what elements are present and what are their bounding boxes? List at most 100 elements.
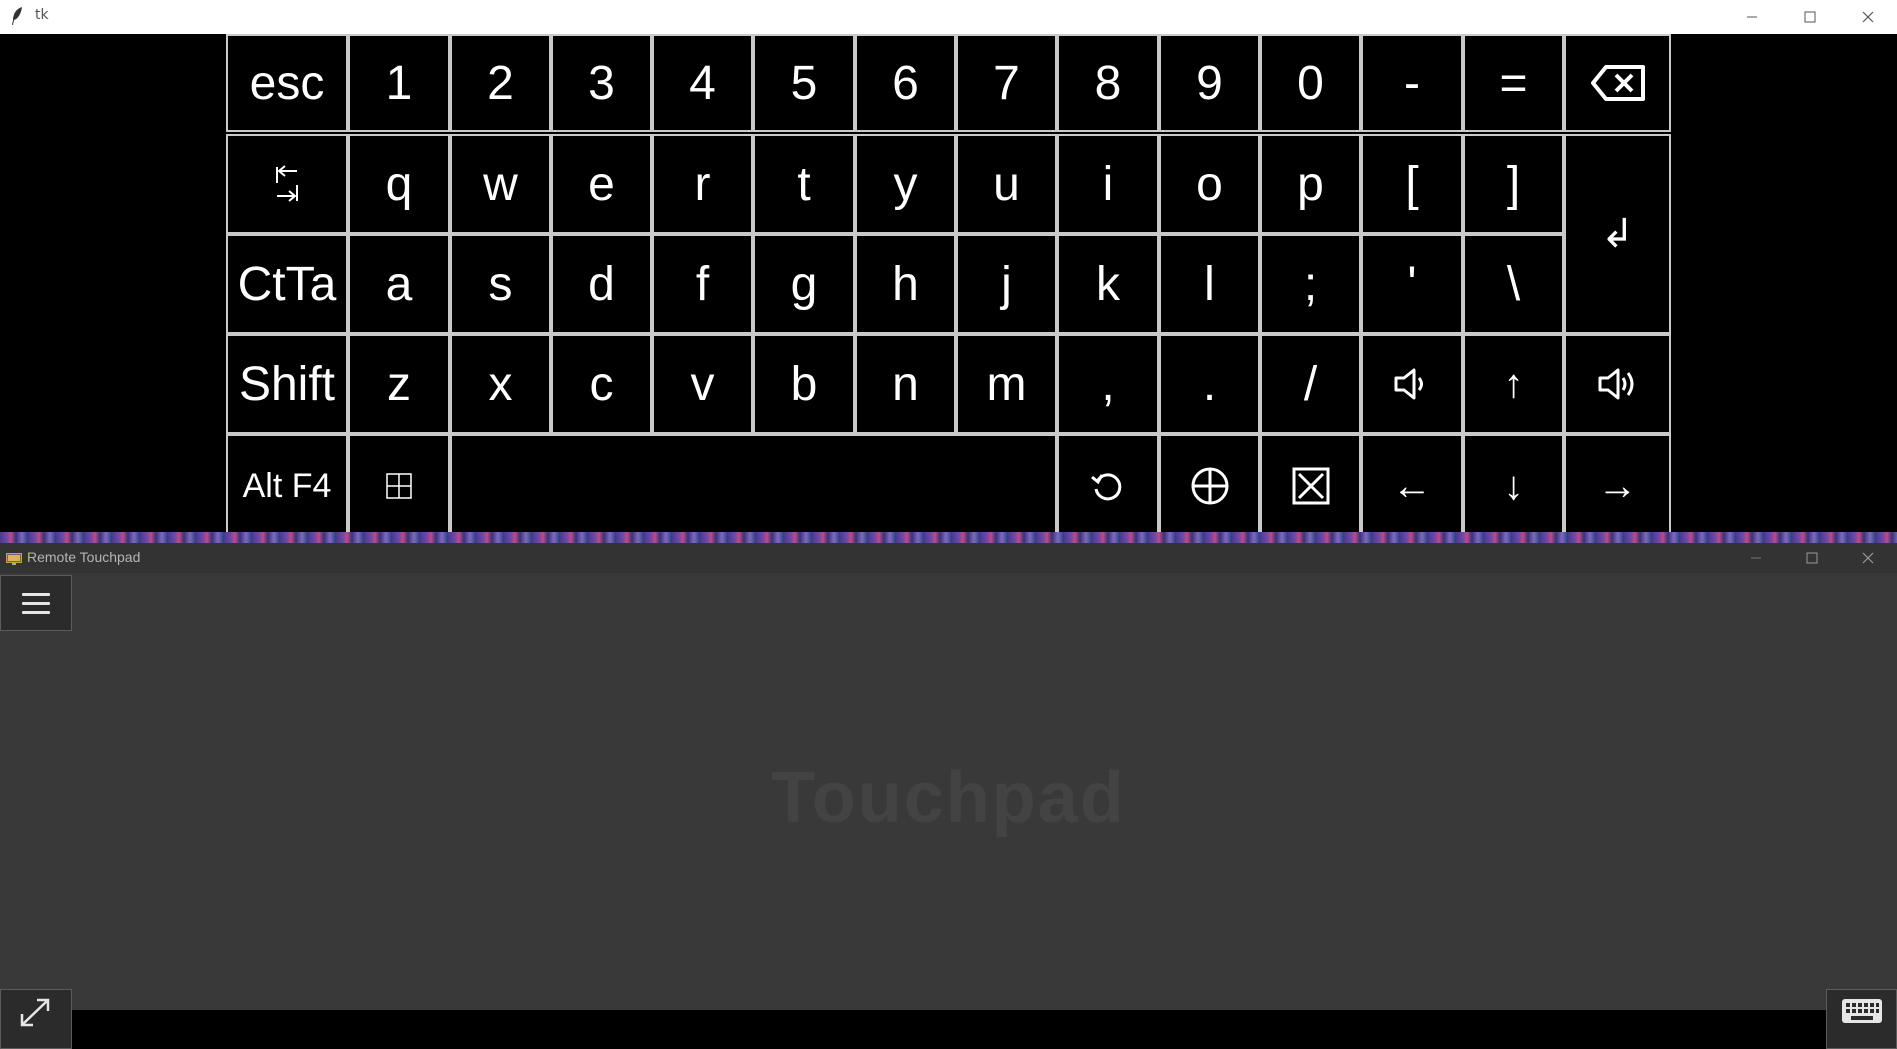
key-left-bracket[interactable]: [ xyxy=(1361,134,1463,234)
key-ctrl-tab[interactable]: CtTa xyxy=(226,234,348,334)
menu-button[interactable] xyxy=(0,575,72,631)
volume-up-icon xyxy=(1598,368,1633,400)
key-l[interactable]: l xyxy=(1159,234,1260,334)
key-y[interactable]: y xyxy=(855,134,956,234)
maximize-icon xyxy=(1806,552,1818,564)
key-e[interactable]: e xyxy=(551,134,652,234)
key-arrow-up[interactable]: ↑ xyxy=(1463,334,1564,434)
key-d[interactable]: d xyxy=(551,234,652,334)
key-g[interactable]: g xyxy=(753,234,855,334)
fullscreen-button[interactable] xyxy=(0,989,72,1049)
touchpad-label: Touchpad xyxy=(771,758,1126,838)
key-close-window[interactable] xyxy=(1260,434,1361,538)
key-space[interactable] xyxy=(450,434,1057,538)
key-c[interactable]: c xyxy=(551,334,652,434)
rotate-icon xyxy=(1091,473,1122,501)
key-right-bracket[interactable]: ] xyxy=(1463,134,1564,234)
key-s[interactable]: s xyxy=(450,234,551,334)
key-minus[interactable]: - xyxy=(1361,34,1463,132)
tk-minimize-button[interactable] xyxy=(1723,0,1781,34)
crosshair-circle-icon xyxy=(1191,467,1228,505)
key-volume-up[interactable] xyxy=(1564,334,1671,434)
key-1[interactable]: 1 xyxy=(348,34,450,132)
tab-icon xyxy=(276,165,298,202)
key-i[interactable]: i xyxy=(1057,134,1159,234)
remote-touchpad-close-button[interactable] xyxy=(1840,543,1896,573)
remote-touchpad-window: Remote Touchpad Touchpad xyxy=(0,543,1897,1049)
key-z[interactable]: z xyxy=(348,334,450,434)
key-q[interactable]: q xyxy=(348,134,450,234)
remote-touchpad-maximize-button[interactable] xyxy=(1784,543,1840,573)
key-esc[interactable]: esc xyxy=(226,34,348,132)
key-arrow-down[interactable]: ↓ xyxy=(1463,434,1564,538)
minimize-icon xyxy=(1751,557,1761,559)
tk-close-button[interactable] xyxy=(1839,0,1897,34)
tk-maximize-button[interactable] xyxy=(1781,0,1839,34)
key-backspace[interactable] xyxy=(1564,34,1671,132)
key-2[interactable]: 2 xyxy=(450,34,551,132)
key-apostrophe[interactable]: ' xyxy=(1361,234,1463,334)
key-p[interactable]: p xyxy=(1260,134,1361,234)
key-9[interactable]: 9 xyxy=(1159,34,1260,132)
key-7[interactable]: 7 xyxy=(956,34,1057,132)
remote-desktop-icon xyxy=(6,551,22,565)
key-b[interactable]: b xyxy=(753,334,855,434)
key-backslash[interactable]: \ xyxy=(1463,234,1564,334)
key-h[interactable]: h xyxy=(855,234,956,334)
close-icon xyxy=(1862,11,1874,23)
feather-icon xyxy=(10,6,26,26)
keyboard-icon xyxy=(1841,999,1882,1023)
touchpad-area[interactable]: Touchpad xyxy=(0,573,1897,1049)
key-k[interactable]: k xyxy=(1057,234,1159,334)
key-a[interactable]: a xyxy=(348,234,450,334)
key-arrow-right[interactable]: → xyxy=(1564,434,1671,538)
key-4[interactable]: 4 xyxy=(652,34,753,132)
backspace-icon xyxy=(1590,65,1645,101)
key-equals[interactable]: = xyxy=(1463,34,1564,132)
key-shift[interactable]: Shift xyxy=(226,334,348,434)
key-slash[interactable]: / xyxy=(1260,334,1361,434)
key-u[interactable]: u xyxy=(956,134,1057,234)
minimize-icon xyxy=(1747,16,1757,18)
key-v[interactable]: v xyxy=(652,334,753,434)
volume-down-icon xyxy=(1394,368,1423,400)
key-0[interactable]: 0 xyxy=(1260,34,1361,132)
key-t[interactable]: t xyxy=(753,134,855,234)
key-n[interactable]: n xyxy=(855,334,956,434)
key-o[interactable]: o xyxy=(1159,134,1260,234)
key-8[interactable]: 8 xyxy=(1057,34,1159,132)
keyboard-button[interactable] xyxy=(1826,989,1897,1049)
on-screen-keyboard: esc 1 2 3 4 5 6 7 8 9 0 - = q w e r t y … xyxy=(0,34,1897,538)
windows-icon xyxy=(386,473,412,499)
key-target[interactable] xyxy=(1159,434,1260,538)
key-m[interactable]: m xyxy=(956,334,1057,434)
hamburger-menu-icon xyxy=(22,592,50,596)
remote-touchpad-minimize-button[interactable] xyxy=(1728,543,1784,573)
key-enter[interactable]: ↲ xyxy=(1564,134,1671,334)
key-arrow-left[interactable]: ← xyxy=(1361,434,1463,538)
key-6[interactable]: 6 xyxy=(855,34,956,132)
key-3[interactable]: 3 xyxy=(551,34,652,132)
key-tab[interactable] xyxy=(226,134,348,234)
key-rotate[interactable] xyxy=(1057,434,1159,538)
tk-window: tk esc 1 2 3 4 5 6 7 8 9 0 - = q w e r t… xyxy=(0,0,1897,538)
remote-touchpad-window-title: Remote Touchpad xyxy=(27,549,141,565)
key-volume-down[interactable] xyxy=(1361,334,1463,434)
tk-title-bar[interactable]: tk xyxy=(0,0,1897,34)
key-5[interactable]: 5 xyxy=(753,34,855,132)
key-comma[interactable]: , xyxy=(1057,334,1159,434)
key-period[interactable]: . xyxy=(1159,334,1260,434)
key-windows[interactable] xyxy=(348,434,450,538)
tk-window-title: tk xyxy=(35,7,49,23)
maximize-icon xyxy=(1804,11,1816,23)
key-r[interactable]: r xyxy=(652,134,753,234)
key-x[interactable]: x xyxy=(450,334,551,434)
key-semicolon[interactable]: ; xyxy=(1260,234,1361,334)
remote-touchpad-title-bar[interactable]: Remote Touchpad xyxy=(0,543,1897,573)
close-box-icon xyxy=(1292,467,1329,505)
key-f[interactable]: f xyxy=(652,234,753,334)
close-icon xyxy=(1862,552,1874,564)
key-j[interactable]: j xyxy=(956,234,1057,334)
key-w[interactable]: w xyxy=(450,134,551,234)
key-alt-f4[interactable]: Alt F4 xyxy=(226,434,348,538)
